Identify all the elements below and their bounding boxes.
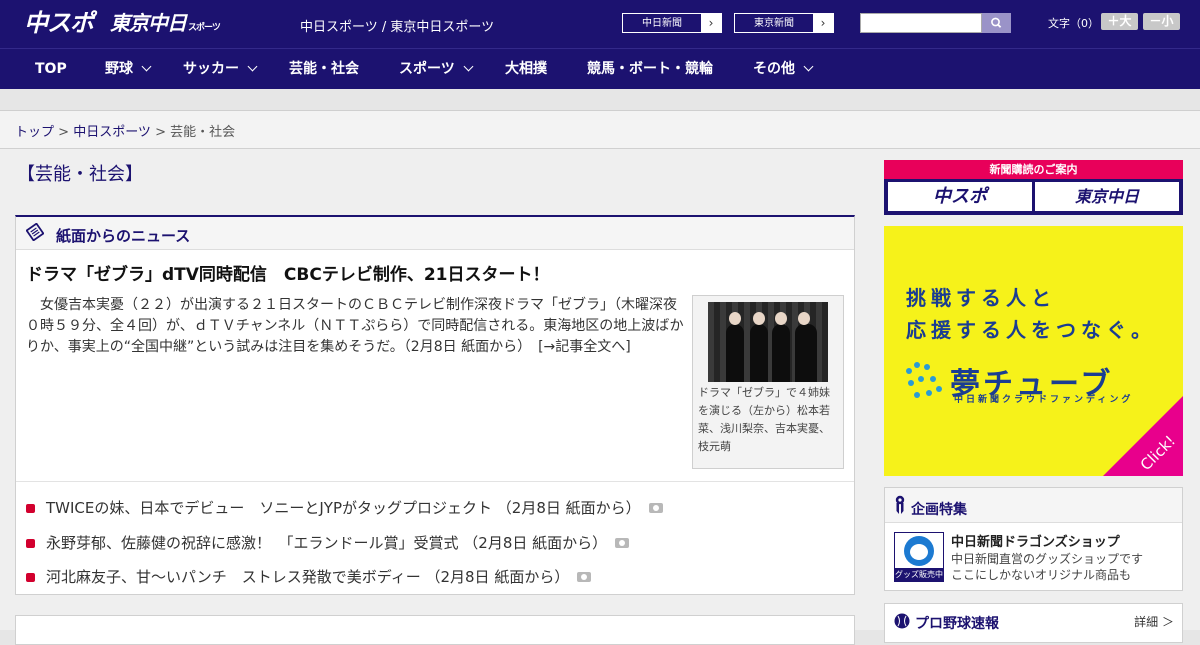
dragons-shop-title[interactable]: 中日新聞ドラゴンズショップ bbox=[951, 531, 1120, 550]
shop-desc-line: ここにしかないオリジナル商品も bbox=[951, 568, 1132, 582]
nav-item-soccer[interactable]: サッカー bbox=[183, 49, 258, 90]
camera-icon bbox=[615, 538, 630, 548]
nav-label: TOP bbox=[35, 61, 67, 77]
tokyo-logo-small: スポーツ bbox=[188, 23, 221, 33]
lead-article-body[interactable]: 女優吉本実憂（２２）が出演する２１日スタートのＣＢＣテレビ制作深夜ドラマ「ゼブラ… bbox=[26, 295, 686, 358]
nav-item-racing[interactable]: 競馬・ボート・競輪 bbox=[587, 49, 713, 90]
shop-image-label: グッズ販売中 bbox=[895, 568, 943, 581]
ribbon-icon bbox=[895, 495, 905, 514]
bullet-icon bbox=[26, 539, 35, 548]
nav-item-entertainment[interactable]: 芸能・社会 bbox=[289, 49, 359, 90]
feature-section: 企画特集 グッズ販売中 中日新聞ドラゴンズショップ 中日新聞直営のグッズショップ… bbox=[884, 487, 1183, 591]
chevron-down-icon bbox=[141, 61, 152, 72]
breadcrumb-current: 芸能・社会 bbox=[170, 125, 236, 140]
chevron-right-icon: › bbox=[813, 14, 833, 32]
shop-desc-line: 中日新聞直営のグッズショップです bbox=[951, 552, 1144, 566]
nav-label: その他 bbox=[753, 61, 795, 77]
bullet-icon bbox=[26, 573, 35, 582]
baseball-details-link[interactable]: 詳細 ＞ bbox=[1134, 613, 1174, 630]
news-list-item[interactable]: 河北麻友子、甘～いパンチ ストレス発散で美ボディー （2月8日 紙面から） bbox=[26, 566, 592, 587]
dragons-shop-description: 中日新聞直営のグッズショップです ここにしかないオリジナル商品も bbox=[951, 551, 1143, 583]
tokyo-logo-text: 東京中日 bbox=[110, 11, 187, 35]
subscribe-chuspo-logo[interactable]: 中スポ bbox=[888, 182, 1032, 211]
nav-item-sports[interactable]: スポーツ bbox=[399, 49, 474, 90]
photo-person bbox=[795, 312, 817, 382]
lead-photo-image bbox=[708, 302, 828, 382]
feature-section-header: 企画特集 bbox=[885, 488, 1182, 523]
dots-icon bbox=[906, 362, 944, 402]
photo-person bbox=[726, 312, 744, 382]
chevron-down-icon bbox=[803, 61, 814, 72]
site-title[interactable]: 中日スポーツ / 東京中日スポーツ bbox=[300, 16, 494, 35]
chuspo-logo[interactable]: 中スポ bbox=[24, 8, 94, 40]
photo-person bbox=[750, 312, 768, 382]
nav-label: 芸能・社会 bbox=[289, 61, 359, 77]
lead-photo[interactable]: ドラマ「ゼブラ」で４姉妹を演じる（左から）松本若菜、浅川梨奈、吉本実憂、枝元萌 bbox=[692, 295, 844, 469]
search-input[interactable] bbox=[860, 13, 982, 33]
nav-label: 大相撲 bbox=[505, 61, 547, 77]
baseball-scores-title: プロ野球速報 bbox=[915, 616, 999, 632]
dragons-shop-image[interactable]: グッズ販売中 bbox=[894, 532, 944, 582]
chevron-down-icon bbox=[247, 61, 258, 72]
chevron-right-icon: › bbox=[701, 14, 721, 32]
tokyo-chunichi-logo[interactable]: 東京中日 スポーツ bbox=[110, 8, 221, 40]
nav-item-other[interactable]: その他 bbox=[753, 49, 814, 90]
nav-item-baseball[interactable]: 野球 bbox=[105, 49, 152, 90]
news-item-title: 永野芽郁、佐藤健の祝辞に感激！ 「エランドール賞」受賞式 （2月8日 紙面から） bbox=[46, 534, 608, 552]
lead-article-title[interactable]: ドラマ「ゼブラ」dTV同時配信 CBCテレビ制作、21日スタート！ bbox=[26, 260, 550, 285]
divider bbox=[16, 481, 854, 482]
nav-item-sumo[interactable]: 大相撲 bbox=[505, 49, 547, 90]
news-list-item[interactable]: TWICEの妹、日本でデビュー ソニーとJYPがタッグプロジェクト （2月8日 … bbox=[26, 497, 663, 518]
yume-tube-ad[interactable]: 挑戦する人と 応援する人をつなぐ。 夢チューブ 中日新聞クラウドファンディング … bbox=[884, 226, 1183, 476]
breadcrumb-separator: > bbox=[150, 125, 171, 140]
mascot-icon bbox=[904, 536, 934, 566]
breadcrumb-home[interactable]: トップ bbox=[15, 125, 54, 140]
lead-photo-caption: ドラマ「ゼブラ」で４姉妹を演じる（左から）松本若菜、浅川梨奈、吉本実憂、枝元萌 bbox=[698, 386, 830, 453]
subscription-banner-title: 新聞購読のご案内 bbox=[884, 160, 1183, 179]
chuspo-logo-text: 中スポ bbox=[24, 9, 94, 37]
camera-icon bbox=[577, 572, 592, 582]
tokyo-shimbun-label: 東京新聞 bbox=[754, 18, 794, 29]
next-section-box bbox=[15, 615, 855, 645]
font-smaller-button[interactable]: －小 bbox=[1143, 13, 1180, 30]
subscribe-tokyo-logo[interactable]: 東京中日 bbox=[1035, 182, 1179, 211]
feature-section-title: 企画特集 bbox=[911, 502, 967, 518]
font-size-label: 文字（0） bbox=[1048, 17, 1099, 30]
header-divider bbox=[0, 89, 1200, 111]
chunichi-shimbun-label: 中日新聞 bbox=[642, 18, 682, 29]
bullet-icon bbox=[26, 504, 35, 513]
news-section-header: 紙面からのニュース bbox=[16, 217, 854, 250]
news-section: 紙面からのニュース ドラマ「ゼブラ」dTV同時配信 CBCテレビ制作、21日スタ… bbox=[15, 215, 855, 595]
nav-item-top[interactable]: TOP bbox=[35, 49, 67, 90]
news-item-title: TWICEの妹、日本でデビュー ソニーとJYPがタッグプロジェクト （2月8日 … bbox=[46, 499, 641, 517]
breadcrumb-bar: トップ > 中日スポーツ > 芸能・社会 bbox=[0, 111, 1200, 149]
baseball-scores-section: プロ野球速報 詳細 ＞ bbox=[884, 603, 1183, 643]
camera-icon bbox=[648, 503, 663, 513]
news-list-item[interactable]: 永野芽郁、佐藤健の祝辞に感激！ 「エランドール賞」受賞式 （2月8日 紙面から） bbox=[26, 532, 630, 553]
news-item-title: 河北麻友子、甘～いパンチ ストレス発散で美ボディー （2月8日 紙面から） bbox=[46, 568, 570, 586]
baseball-icon bbox=[894, 613, 910, 629]
photo-person bbox=[772, 312, 790, 382]
chunichi-shimbun-link[interactable]: 中日新聞 › bbox=[622, 13, 722, 33]
chevron-down-icon bbox=[463, 61, 474, 72]
ad-line-1: 挑戦する人と bbox=[906, 286, 1056, 310]
nav-label: 野球 bbox=[105, 61, 133, 77]
news-section-title: 紙面からのニュース bbox=[56, 227, 191, 245]
breadcrumb-section[interactable]: 中日スポーツ bbox=[73, 125, 151, 140]
page-title: 【芸能・社会】 bbox=[17, 164, 143, 185]
search-button[interactable] bbox=[982, 13, 1011, 33]
newspaper-icon bbox=[26, 223, 44, 241]
ad-line-2: 応援する人をつなぐ。 bbox=[906, 318, 1156, 342]
subscription-banner[interactable]: 新聞購読のご案内 中スポ 東京中日 bbox=[884, 160, 1183, 215]
nav-label: スポーツ bbox=[399, 61, 455, 77]
font-larger-button[interactable]: ＋大 bbox=[1101, 13, 1138, 30]
nav-label: 競馬・ボート・競輪 bbox=[587, 61, 713, 77]
nav-label: サッカー bbox=[183, 61, 239, 77]
tokyo-shimbun-link[interactable]: 東京新聞 › bbox=[734, 13, 834, 33]
top-header: 中スポ 東京中日 スポーツ 中日スポーツ / 東京中日スポーツ 中日新聞 › 東京… bbox=[0, 0, 1200, 48]
breadcrumb: トップ > 中日スポーツ > 芸能・社会 bbox=[15, 121, 235, 140]
main-nav: TOP 野球 サッカー 芸能・社会 スポーツ 大相撲 競馬・ボート・競輪 その他 bbox=[0, 48, 1200, 90]
search-icon bbox=[991, 17, 1002, 28]
breadcrumb-separator: > bbox=[54, 125, 74, 140]
